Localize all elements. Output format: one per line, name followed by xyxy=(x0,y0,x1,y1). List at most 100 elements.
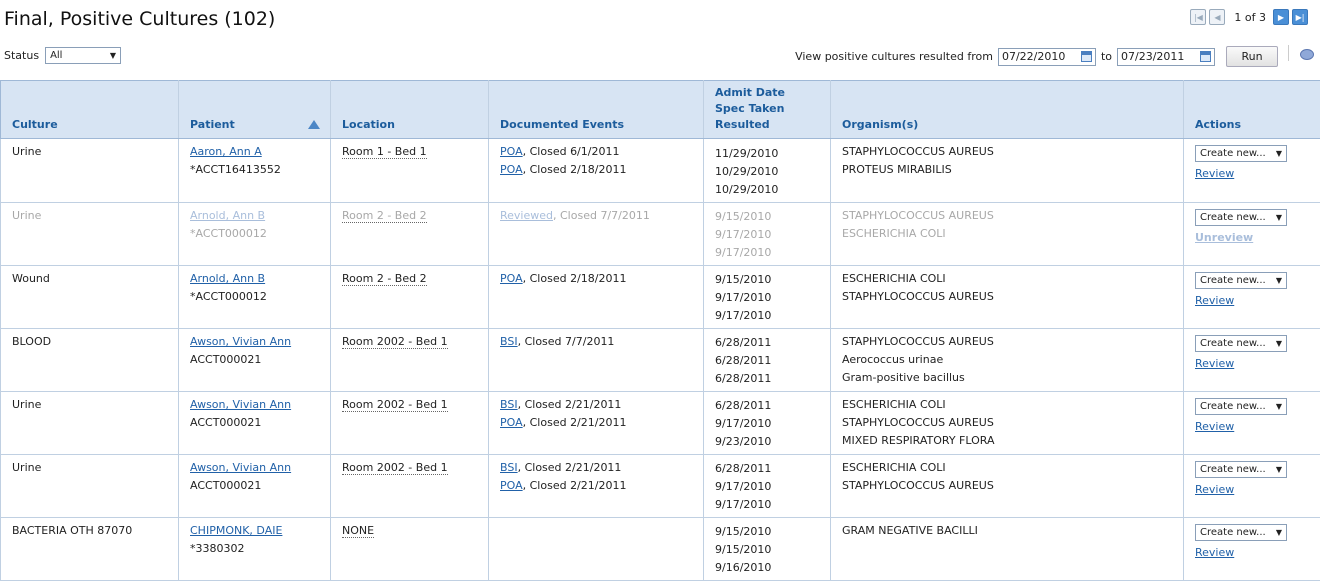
event-status: , Closed 2/21/2011 xyxy=(523,416,627,429)
organisms-cell: ESCHERICHIA COLISTAPHYLOCOCCUS AUREUSMIX… xyxy=(831,392,1184,455)
culture-cell: Urine xyxy=(1,392,179,455)
calendar-icon[interactable] xyxy=(1081,51,1092,62)
patient-account: ACCT000021 xyxy=(190,479,261,492)
event-link[interactable]: POA xyxy=(500,272,523,285)
events-cell: POA, Closed 2/18/2011 xyxy=(489,266,704,329)
dates-cell: 9/15/20109/17/20109/17/2010 xyxy=(704,203,831,266)
location-cell: NONE xyxy=(331,518,489,581)
from-date-value: 07/22/2010 xyxy=(1002,50,1065,63)
create-new-label: Create new... xyxy=(1200,209,1266,227)
patient-link[interactable]: Awson, Vivian Ann xyxy=(190,398,291,411)
patient-cell: Awson, Vivian Ann ACCT000021 xyxy=(179,392,331,455)
chevron-down-icon: ▼ xyxy=(1276,398,1282,416)
event-link[interactable]: POA xyxy=(500,479,523,492)
col-dates[interactable]: Admit Date Spec Taken Resulted xyxy=(704,81,831,139)
create-new-select[interactable]: Create new...▼ xyxy=(1195,145,1287,162)
dates-cell: 6/28/20119/17/20109/17/2010 xyxy=(704,455,831,518)
event-entry: POA, Closed 2/21/2011 xyxy=(500,477,693,495)
calendar-icon[interactable] xyxy=(1200,51,1211,62)
event-link[interactable]: BSI xyxy=(500,398,518,411)
col-dates-admit: Admit Date xyxy=(715,85,820,101)
event-status: , Closed 6/1/2011 xyxy=(523,145,620,158)
create-new-select[interactable]: Create new...▼ xyxy=(1195,272,1287,289)
col-organisms[interactable]: Organism(s) xyxy=(831,81,1184,139)
from-date-input[interactable]: 07/22/2010 xyxy=(998,48,1096,66)
date-value: 9/15/2010 xyxy=(715,541,820,559)
prev-page-icon[interactable]: ◀ xyxy=(1209,9,1225,25)
location-value: Room 2 - Bed 2 xyxy=(342,209,427,223)
date-value: 9/17/2010 xyxy=(715,415,820,433)
col-events[interactable]: Documented Events xyxy=(489,81,704,139)
pager: |◀ ◀ 1 of 3 ▶ ▶| xyxy=(1190,9,1308,25)
review-link[interactable]: Review xyxy=(1195,165,1310,183)
first-page-icon[interactable]: |◀ xyxy=(1190,9,1206,25)
status-select[interactable]: All ▼ xyxy=(45,47,121,64)
table-row: BLOODAwson, Vivian AnnACCT000021Room 200… xyxy=(1,329,1320,392)
location-value: NONE xyxy=(342,524,374,538)
create-new-select[interactable]: Create new...▼ xyxy=(1195,335,1287,352)
date-value: 9/15/2010 xyxy=(715,271,820,289)
patient-cell: Awson, Vivian AnnACCT000021 xyxy=(179,329,331,392)
event-status: , Closed 2/18/2011 xyxy=(523,163,627,176)
organism-name: ESCHERICHIA COLI xyxy=(842,396,1173,414)
event-link[interactable]: POA xyxy=(500,145,523,158)
next-page-icon[interactable]: ▶ xyxy=(1273,9,1289,25)
review-link[interactable]: Review xyxy=(1195,418,1310,436)
create-new-select[interactable]: Create new...▼ xyxy=(1195,524,1287,541)
patient-link[interactable]: Arnold, Ann B xyxy=(190,209,265,222)
review-link[interactable]: Review xyxy=(1195,544,1310,562)
location-value: Room 2002 - Bed 1 xyxy=(342,398,448,412)
table-row: UrineAaron, Ann A*ACCT16413552Room 1 - B… xyxy=(1,139,1320,203)
patient-link[interactable]: CHIPMONK, DAIE xyxy=(190,524,282,537)
events-cell: BSI, Closed 7/7/2011 xyxy=(489,329,704,392)
review-link[interactable]: Review xyxy=(1195,292,1310,310)
date-value: 6/28/2011 xyxy=(715,397,820,415)
col-patient[interactable]: Patient xyxy=(179,81,331,139)
event-link[interactable]: BSI xyxy=(500,335,518,348)
table-row: Urine Awson, Vivian Ann ACCT000021 Room 200… xyxy=(1,392,1320,455)
location-cell: Room 2002 - Bed 1 xyxy=(331,329,489,392)
organism-name: Gram-positive bacillus xyxy=(842,369,1173,387)
patient-link[interactable]: Aaron, Ann A xyxy=(190,145,262,158)
export-icon[interactable] xyxy=(1298,45,1314,60)
events-cell: BSI, Closed 2/21/2011POA, Closed 2/21/20… xyxy=(489,455,704,518)
actions-cell: Create new...▼ Review xyxy=(1184,266,1320,329)
event-entry: BSI, Closed 7/7/2011 xyxy=(500,333,693,351)
review-link[interactable]: Review xyxy=(1195,481,1310,499)
dates-cell: 6/28/20119/17/20109/23/2010 xyxy=(704,392,831,455)
organism-name: STAPHYLOCOCCUS AUREUS xyxy=(842,288,1173,306)
patient-link[interactable]: Awson, Vivian Ann xyxy=(190,335,291,348)
last-page-icon[interactable]: ▶| xyxy=(1292,9,1308,25)
event-link[interactable]: POA xyxy=(500,416,523,429)
date-value: 10/29/2010 xyxy=(715,163,820,181)
create-new-select[interactable]: Create new... ▼ xyxy=(1195,209,1287,226)
unreview-link[interactable]: Unreview xyxy=(1195,229,1310,247)
create-new-select[interactable]: Create new...▼ xyxy=(1195,461,1287,478)
col-dates-resulted: Resulted xyxy=(715,117,820,133)
culture-cell: Urine xyxy=(1,455,179,518)
organism-name: Aerococcus urinae xyxy=(842,351,1173,369)
table-body: UrineAaron, Ann A*ACCT16413552Room 1 - B… xyxy=(1,139,1320,581)
chevron-down-icon: ▼ xyxy=(1276,209,1282,227)
patient-cell: Aaron, Ann A*ACCT16413552 xyxy=(179,139,331,203)
date-value: 9/16/2010 xyxy=(715,559,820,577)
event-link[interactable]: Reviewed xyxy=(500,209,553,222)
patient-account: ACCT000021 xyxy=(190,416,261,429)
col-location[interactable]: Location xyxy=(331,81,489,139)
event-status: , Closed 2/21/2011 xyxy=(518,461,622,474)
patient-link[interactable]: Arnold, Ann B xyxy=(190,272,265,285)
dates-cell: 9/15/20109/15/20109/16/2010 xyxy=(704,518,831,581)
event-link[interactable]: POA xyxy=(500,163,523,176)
create-new-select[interactable]: Create new...▼ xyxy=(1195,398,1287,415)
to-date-input[interactable]: 07/23/2011 xyxy=(1117,48,1215,66)
status-value: All xyxy=(50,50,62,61)
status-label: Status xyxy=(4,49,39,62)
page-title: Final, Positive Cultures (102) xyxy=(4,8,275,30)
review-link[interactable]: Review xyxy=(1195,355,1310,373)
patient-link[interactable]: Awson, Vivian Ann xyxy=(190,461,291,474)
event-entry: BSI, Closed 2/21/2011 xyxy=(500,459,693,477)
event-link[interactable]: BSI xyxy=(500,461,518,474)
run-button[interactable]: Run xyxy=(1226,46,1278,67)
col-culture[interactable]: Culture xyxy=(1,81,179,139)
organism-name: GRAM NEGATIVE BACILLI xyxy=(842,522,1173,540)
